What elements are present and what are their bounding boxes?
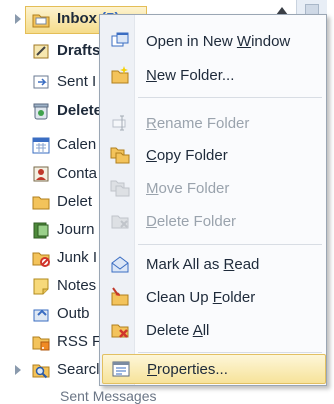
menu-item-new-folder[interactable]: New Folder... (102, 59, 324, 91)
mark-all-read-icon (111, 256, 129, 273)
folder-icon (32, 196, 50, 210)
menu-separator (138, 352, 322, 353)
folder-context-menu: Open in New Window New Folder... Rename … (99, 14, 327, 386)
calendar-icon (32, 137, 50, 154)
rename-folder-icon (112, 115, 126, 131)
deleted-items-icon (33, 103, 49, 120)
expand-arrow-icon[interactable] (15, 365, 21, 375)
properties-icon (112, 361, 130, 377)
journal-icon (33, 222, 49, 239)
menu-item-clean-up-folder[interactable]: Clean Up Folder (102, 281, 324, 313)
inbox-icon (32, 14, 50, 28)
menu-item-open-in-new-window[interactable]: Open in New Window (102, 25, 324, 57)
menu-item-delete-all[interactable]: Delete All (102, 314, 324, 346)
open-new-window-icon (111, 32, 129, 47)
menu-separator (138, 244, 322, 245)
menu-item-copy-folder[interactable]: Copy Folder (102, 139, 324, 171)
contacts-icon (33, 166, 49, 182)
clean-up-folder-icon (111, 287, 129, 306)
notes-icon (33, 278, 49, 295)
menu-separator (138, 97, 322, 98)
menu-item-delete-folder: Delete Folder (102, 205, 324, 237)
delete-folder-icon (111, 215, 129, 229)
menu-item-rename-folder: Rename Folder (102, 107, 324, 139)
new-folder-icon (111, 66, 129, 84)
menu-item-properties[interactable]: Properties... (102, 354, 326, 384)
outbox-icon (33, 309, 49, 322)
drafts-icon (33, 44, 49, 59)
rss-feeds-icon (32, 336, 50, 351)
folder-item-sent-messages[interactable]: Sent Messages (60, 388, 157, 404)
copy-folder-icon (110, 147, 130, 164)
move-folder-icon (110, 180, 130, 197)
junk-email-icon (32, 252, 50, 267)
menu-item-mark-all-as-read[interactable]: Mark All as Read (102, 248, 324, 280)
menu-item-move-folder: Move Folder (102, 172, 324, 204)
expand-arrow-icon[interactable] (15, 14, 21, 24)
search-folders-icon (32, 364, 50, 379)
delete-all-icon (111, 324, 129, 338)
sent-items-icon (33, 75, 49, 89)
